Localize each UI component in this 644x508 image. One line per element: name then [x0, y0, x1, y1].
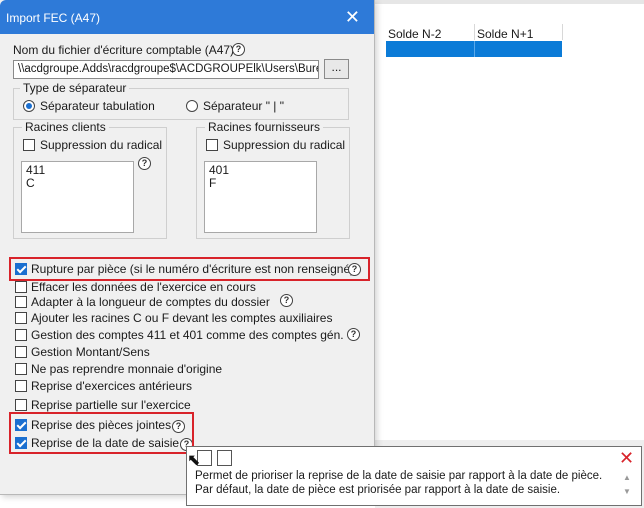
tooltip-line-2: Par défaut, la date de pièce est prioris… [195, 484, 561, 496]
radio-tabulation-label[interactable]: Séparateur tabulation [40, 99, 155, 113]
option-checkbox-gestion-comptes[interactable] [15, 329, 27, 341]
help-icon[interactable]: ? [347, 328, 360, 341]
suppression-radical-clients-checkbox[interactable] [23, 139, 35, 151]
highlight-reprise-options [9, 412, 194, 454]
option-label-reprise-partielle[interactable]: Reprise partielle sur l'exercice [31, 398, 191, 412]
option-checkbox-effacer[interactable] [15, 281, 27, 293]
browse-button[interactable]: ... [324, 59, 349, 79]
list-item[interactable]: F [209, 177, 312, 190]
option-label-gestion-comptes[interactable]: Gestion des comptes 411 et 401 comme des… [31, 328, 344, 342]
column-header-solde-n-1[interactable]: Solde N+1 [477, 27, 533, 41]
option-label-effacer[interactable]: Effacer les données de l'exercice en cou… [31, 280, 256, 294]
column-divider [474, 24, 475, 40]
option-checkbox-ajouter-racines[interactable] [15, 312, 27, 324]
close-icon[interactable]: ✕ [345, 7, 360, 28]
scroll-down-icon[interactable]: ▼ [623, 487, 631, 496]
racines-clients-legend: Racines clients [22, 120, 109, 134]
option-label-adapter[interactable]: Adapter à la longueur de comptes du doss… [31, 295, 270, 309]
option-label-ajouter-racines[interactable]: Ajouter les racines C ou F devant les co… [31, 311, 332, 325]
option-checkbox-monnaie[interactable] [15, 363, 27, 375]
suppression-radical-fournisseurs-label[interactable]: Suppression du radical [223, 138, 345, 152]
file-label: Nom du fichier d'écriture comptable (A47… [13, 43, 235, 57]
option-checkbox-adapter[interactable] [15, 296, 27, 308]
column-divider [562, 24, 563, 40]
option-label-exercices-anterieurs[interactable]: Reprise d'exercices antérieurs [31, 379, 192, 393]
option-checkbox-exercices-anterieurs[interactable] [15, 380, 27, 392]
column-header-solde-n-2[interactable]: Solde N-2 [388, 27, 441, 41]
tooltip-text: Permet de prioriser la reprise de la dat… [195, 469, 602, 497]
help-icon[interactable]: ? [138, 157, 151, 170]
racines-clients-list[interactable]: 411 C [21, 161, 134, 233]
file-path-input[interactable]: \\acdgroupe.Adds\racdgroupe$\ACDGROUPElk… [13, 60, 319, 79]
help-icon[interactable]: ? [232, 43, 245, 56]
racines-fournisseurs-list[interactable]: 401 F [204, 161, 317, 233]
radio-pipe-label[interactable]: Séparateur " | " [203, 99, 284, 113]
scroll-up-icon[interactable]: ▲ [623, 473, 631, 482]
radio-tabulation[interactable] [23, 100, 35, 112]
list-item[interactable]: C [26, 177, 129, 190]
background-toolbar-strip [375, 0, 644, 4]
option-checkbox-reprise-partielle[interactable] [15, 399, 27, 411]
suppression-radical-clients-label[interactable]: Suppression du radical [40, 138, 162, 152]
dialog-title: Import FEC (A47) [6, 11, 101, 25]
document-icon[interactable] [217, 450, 232, 466]
list-item[interactable]: 401 [209, 164, 312, 177]
tooltip-line-1: Permet de prioriser la reprise de la dat… [195, 470, 603, 482]
help-tooltip: ✕ Permet de prioriser la reprise de la d… [186, 446, 642, 506]
suppression-radical-fournisseurs-checkbox[interactable] [206, 139, 218, 151]
separator-legend: Type de séparateur [20, 81, 130, 95]
dialog-titlebar[interactable]: Import FEC (A47) ✕ [0, 0, 374, 34]
help-icon[interactable]: ? [280, 294, 293, 307]
option-label-montant-sens[interactable]: Gestion Montant/Sens [31, 345, 150, 359]
row-cell-divider [474, 41, 475, 57]
list-item[interactable]: 411 [26, 164, 129, 177]
mouse-cursor-icon: ⬉ [187, 452, 201, 469]
option-label-monnaie[interactable]: Ne pas reprendre monnaie d'origine [31, 362, 222, 376]
racines-fournisseurs-legend: Racines fournisseurs [205, 120, 324, 134]
radio-pipe[interactable] [186, 100, 198, 112]
close-icon[interactable]: ✕ [619, 448, 634, 469]
highlight-rupture-piece [9, 257, 370, 281]
option-checkbox-montant-sens[interactable] [15, 346, 27, 358]
